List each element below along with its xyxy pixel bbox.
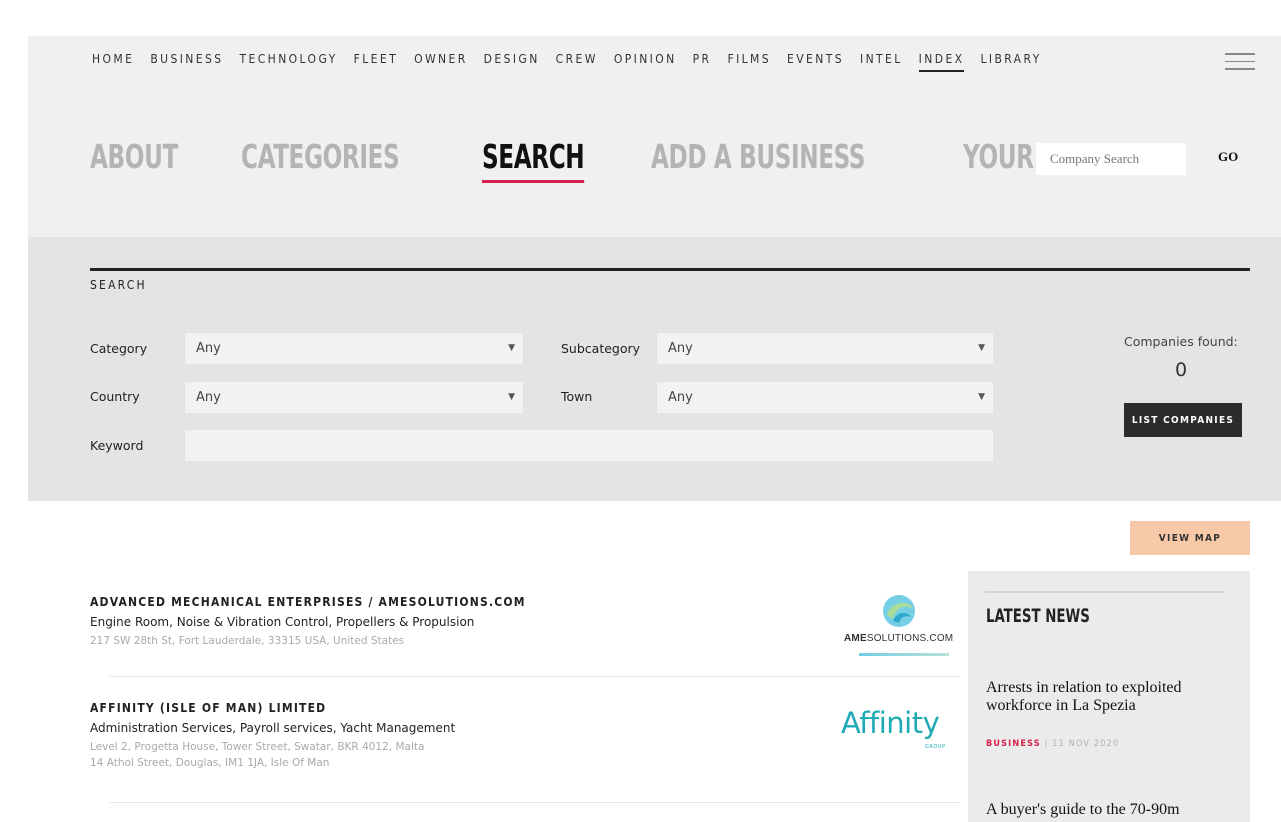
divider (985, 591, 1225, 593)
news-date: | 11 NOV 2020 (1044, 739, 1120, 749)
latest-news-title: LATEST NEWS (986, 605, 1090, 627)
company-address: Level 2, Progetta House, Tower Street, S… (90, 741, 425, 753)
town-label: Town (561, 389, 593, 404)
chevron-down-icon: ▼ (508, 343, 515, 353)
company-categories: Engine Room, Noise & Vibration Control, … (90, 615, 475, 629)
companies-found-count: 0 (1175, 359, 1188, 381)
chevron-down-icon: ▼ (978, 392, 985, 402)
keyword-label: Keyword (90, 438, 144, 453)
company-name-link[interactable]: ADVANCED MECHANICAL ENTERPRISES / AMESOL… (90, 595, 960, 609)
category-label: Category (90, 341, 148, 356)
country-select[interactable]: Any ▼ (185, 382, 523, 413)
news-headline-link[interactable]: Arrests in relation to exploited workfor… (986, 679, 1226, 715)
town-value: Any (668, 390, 693, 405)
keyword-input[interactable] (185, 430, 993, 461)
divider (90, 268, 1250, 271)
divider (110, 802, 960, 803)
hamburger-menu-icon[interactable] (1225, 53, 1255, 71)
ames-logo[interactable]: AMESOLUTIONS.COM (841, 589, 961, 667)
subcategory-value: Any (668, 341, 693, 356)
nav-library[interactable]: LIBRARY (980, 52, 1041, 72)
ames-swirl-icon (883, 595, 915, 627)
category-select[interactable]: Any ▼ (185, 333, 523, 364)
company-categories: Administration Services, Payroll service… (90, 721, 456, 735)
company-search-input[interactable] (1036, 143, 1186, 175)
subcategory-label: Subcategory (561, 341, 641, 356)
divider (110, 676, 960, 677)
company-address: 14 Athol Street, Douglas, IM1 1JA, Isle … (90, 757, 330, 769)
country-value: Any (196, 390, 221, 405)
top-nav: HOME BUSINESS TECHNOLOGY FLEET OWNER DES… (92, 52, 1058, 72)
nav-films[interactable]: FILMS (727, 52, 771, 72)
search-panel-title: SEARCH (90, 278, 147, 292)
affinity-logo-subtext: GROUP (925, 744, 946, 750)
latest-news-panel: LATEST NEWS Arrests in relation to explo… (968, 571, 1250, 822)
nav-events[interactable]: EVENTS (787, 52, 844, 72)
category-value: Any (196, 341, 221, 356)
nav-pr[interactable]: PR (693, 52, 712, 72)
nav-crew[interactable]: CREW (556, 52, 598, 72)
search-panel: SEARCH Category Any ▼ Subcategory Any ▼ … (28, 237, 1281, 501)
nav-technology[interactable]: TECHNOLOGY (240, 52, 338, 72)
nav-owner[interactable]: OWNER (414, 52, 468, 72)
nav-intel[interactable]: INTEL (860, 52, 903, 72)
company-name-link[interactable]: AFFINITY (ISLE OF MAN) LIMITED (90, 701, 960, 715)
affinity-logo[interactable]: Affinity GROUP (841, 706, 961, 756)
nav-home[interactable]: HOME (92, 52, 134, 72)
chevron-down-icon: ▼ (978, 343, 985, 353)
nav-design[interactable]: DESIGN (484, 52, 540, 72)
go-button[interactable]: GO (1218, 149, 1238, 165)
nav-fleet[interactable]: FLEET (354, 52, 398, 72)
header: HOME BUSINESS TECHNOLOGY FLEET OWNER DES… (28, 36, 1281, 237)
company-address: 217 SW 28th St, Fort Lauderdale, 33315 U… (90, 635, 405, 647)
subnav-categories[interactable]: CATEGORIES (241, 136, 400, 183)
town-select[interactable]: Any ▼ (657, 382, 993, 413)
view-map-button[interactable]: VIEW MAP (1130, 521, 1250, 555)
news-meta: BUSINESS | 11 NOV 2020 (986, 739, 1119, 749)
country-label: Country (90, 389, 140, 404)
news-category-link[interactable]: BUSINESS (986, 739, 1041, 749)
affinity-logo-text: Affinity (841, 706, 940, 740)
nav-index[interactable]: INDEX (918, 52, 965, 72)
ames-tagline (859, 653, 949, 656)
list-companies-button[interactable]: LIST COMPANIES (1124, 403, 1242, 437)
chevron-down-icon: ▼ (508, 392, 515, 402)
list-item: AFFINITY (ISLE OF MAN) LIMITED Administr… (90, 701, 960, 771)
subnav-add-business[interactable]: ADD A BUSINESS (651, 136, 865, 183)
news-headline-link[interactable]: A buyer's guide to the 70-90m (986, 801, 1226, 819)
list-item: ADVANCED MECHANICAL ENTERPRISES / AMESOL… (90, 595, 960, 649)
subnav-search[interactable]: SEARCH (481, 136, 584, 183)
page: HOME BUSINESS TECHNOLOGY FLEET OWNER DES… (28, 36, 1281, 822)
subnav-about[interactable]: ABOUT (90, 136, 178, 183)
subcategory-select[interactable]: Any ▼ (657, 333, 993, 364)
ames-logo-text: AMESOLUTIONS.COM (844, 633, 954, 644)
nav-business[interactable]: BUSINESS (150, 52, 223, 72)
nav-opinion[interactable]: OPINION (614, 52, 677, 72)
companies-found-label: Companies found: (1124, 334, 1238, 349)
